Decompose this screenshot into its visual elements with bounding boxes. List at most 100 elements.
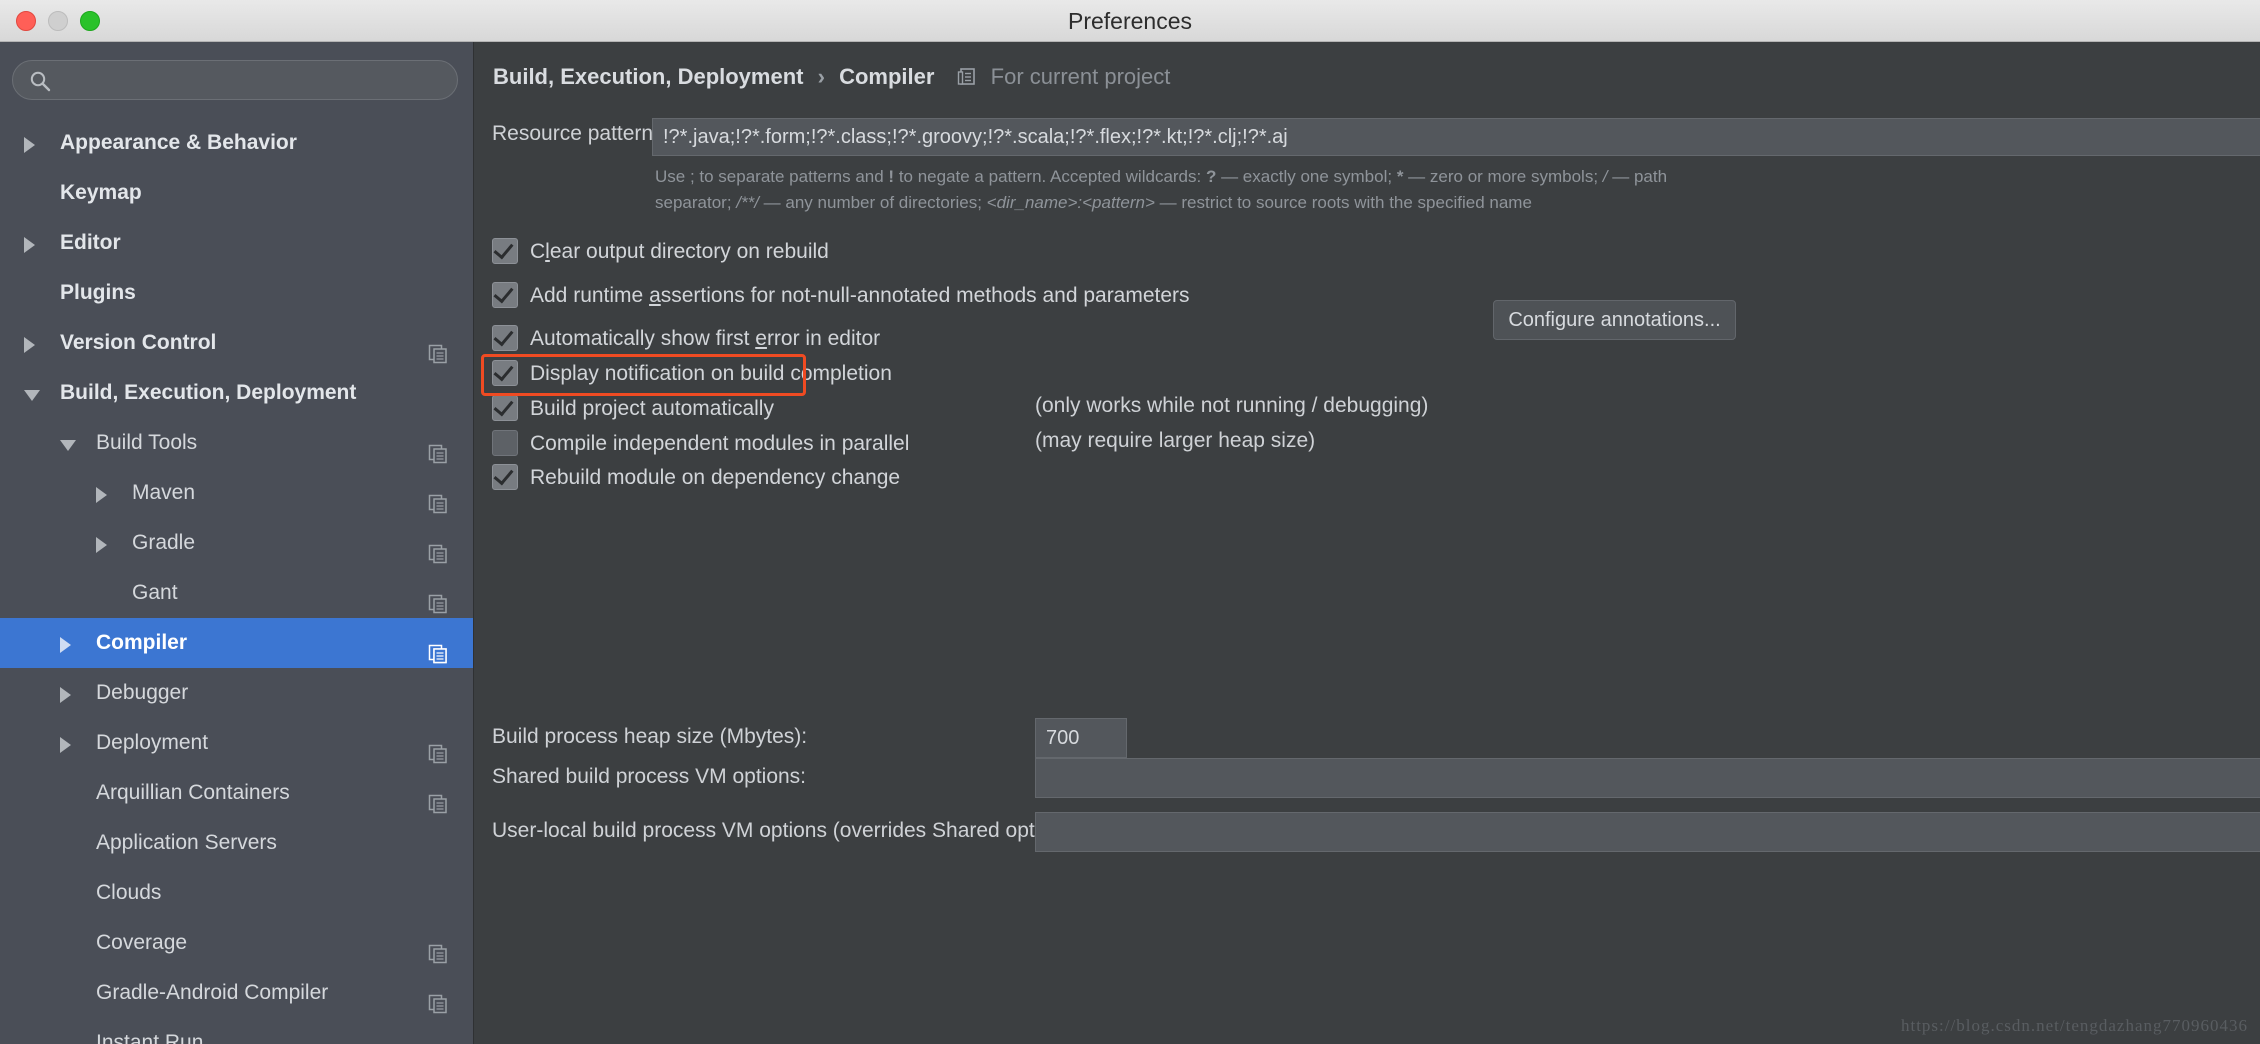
resource-patterns-input[interactable] xyxy=(652,118,2260,156)
copy-settings-icon[interactable] xyxy=(428,583,448,614)
copy-settings-icon[interactable] xyxy=(428,983,448,1014)
sidebar-item-arquillian-containers[interactable]: Arquillian Containers xyxy=(0,768,473,818)
sidebar-item-label: Clouds xyxy=(96,881,162,904)
sidebar-item-coverage[interactable]: Coverage xyxy=(0,918,473,968)
sidebar-item-maven[interactable]: Maven xyxy=(0,468,473,518)
copy-settings-icon[interactable] xyxy=(428,933,448,964)
search-box[interactable] xyxy=(12,60,458,100)
configure-annotations-button[interactable]: Configure annotations... xyxy=(1493,300,1736,340)
checkbox-label-part: rror in editor xyxy=(766,327,881,350)
copy-settings-icon[interactable] xyxy=(428,533,448,564)
resource-patterns-label: Resource patterns: xyxy=(492,122,670,145)
checkbox-label-part: Rebuild module on dependency change xyxy=(530,466,901,489)
sidebar-item-label: Editor xyxy=(60,231,121,254)
search-icon xyxy=(29,70,51,92)
hint-text-7: — any number of directories; xyxy=(758,193,987,212)
copy-settings-icon[interactable] xyxy=(428,783,448,814)
sidebar-item-deployment[interactable]: Deployment xyxy=(0,718,473,768)
preferences-window: Preferences Appearance & Behavior Keymap E… xyxy=(0,0,2260,1044)
sidebar-item-editor[interactable]: Editor xyxy=(0,218,473,268)
sidebar-item-keymap[interactable]: Keymap xyxy=(0,168,473,218)
sidebar-item-gradle[interactable]: Gradle xyxy=(0,518,473,568)
userlocal-vm-options-input[interactable] xyxy=(1035,812,2260,852)
checkbox-label: Compile independent modules in parallel xyxy=(530,428,909,462)
sidebar-item-plugins[interactable]: Plugins xyxy=(0,268,473,318)
checkbox-label-part: C xyxy=(530,240,546,263)
sidebar-item-appearance-behavior[interactable]: Appearance & Behavior xyxy=(0,118,473,168)
sidebar-item-label: Version Control xyxy=(60,331,217,354)
chevron-right-icon[interactable] xyxy=(96,537,107,553)
checkbox-checked-icon[interactable] xyxy=(492,282,518,308)
hint-text-1: Use ; to separate patterns and xyxy=(655,167,889,186)
chevron-right-icon[interactable] xyxy=(60,737,71,753)
hint-text-3: — exactly one symbol; xyxy=(1216,167,1397,186)
checkbox-label: Add runtime assertions for not-null-anno… xyxy=(530,280,1190,314)
shared-vm-options-input[interactable] xyxy=(1035,758,2260,798)
chevron-right-icon[interactable] xyxy=(24,337,35,353)
search-input[interactable] xyxy=(61,61,451,99)
checkbox-label-part: ssertions for not-null-annotated methods… xyxy=(660,284,1190,307)
breadcrumb-separator: › xyxy=(817,64,825,89)
chevron-right-icon[interactable] xyxy=(24,137,35,153)
copy-settings-icon[interactable] xyxy=(428,433,448,464)
chevron-right-icon[interactable] xyxy=(24,237,35,253)
copy-settings-icon[interactable] xyxy=(428,733,448,764)
breadcrumb-leaf: Compiler xyxy=(839,64,935,89)
sidebar-item-label: Gant xyxy=(132,581,178,604)
checkbox-label-part: Display notification on build completion xyxy=(530,362,892,385)
sidebar-item-version-control[interactable]: Version Control xyxy=(0,318,473,368)
chevron-down-icon[interactable] xyxy=(24,390,40,401)
sidebar-item-build-execution-deployment[interactable]: Build, Execution, Deployment xyxy=(0,368,473,418)
sidebar-item-label: Build Tools xyxy=(96,431,198,454)
sidebar-item-label: Maven xyxy=(132,481,196,504)
settings-sidebar: Appearance & Behavior Keymap Editor Plugins… xyxy=(0,42,474,1044)
sidebar-item-clouds[interactable]: Clouds xyxy=(0,868,473,918)
chevron-right-icon[interactable] xyxy=(96,487,107,503)
checkbox-checked-icon[interactable] xyxy=(492,360,518,386)
sidebar-item-build-tools[interactable]: Build Tools xyxy=(0,418,473,468)
hint-double-star: /**/ xyxy=(736,193,759,212)
breadcrumb-root[interactable]: Build, Execution, Deployment xyxy=(493,64,803,89)
chevron-right-icon[interactable] xyxy=(60,687,71,703)
sidebar-item-label: Debugger xyxy=(96,681,189,704)
sidebar-item-label: Arquillian Containers xyxy=(96,781,290,804)
sidebar-item-label: Plugins xyxy=(60,281,136,304)
sidebar-item-compiler[interactable]: Compiler xyxy=(0,618,473,668)
compiler-settings-panel: Build, Execution, Deployment › Compiler … xyxy=(475,42,2260,1044)
copy-settings-icon[interactable] xyxy=(428,333,448,364)
checkbox-label-part: Build project automatically xyxy=(530,397,774,420)
checkbox-label-part: ear output directory on rebuild xyxy=(549,240,829,263)
checkbox-label: Automatically show first error in editor xyxy=(530,323,880,357)
sidebar-item-instant-run[interactable]: Instant Run xyxy=(0,1018,473,1044)
sidebar-item-label: Deployment xyxy=(96,731,209,754)
hint-text-8: — restrict to source roots with the spec… xyxy=(1154,193,1532,212)
sidebar-item-gant[interactable]: Gant xyxy=(0,568,473,618)
sidebar-item-label: Instant Run xyxy=(96,1031,204,1044)
checkbox-label-part: Automatically show first xyxy=(530,327,756,350)
copy-settings-icon[interactable] xyxy=(428,483,448,514)
checkbox-checked-icon[interactable] xyxy=(492,325,518,351)
chevron-right-icon[interactable] xyxy=(60,637,71,653)
checkbox-label-mnemonic: e xyxy=(755,327,767,350)
checkbox-checked-icon[interactable] xyxy=(492,395,518,421)
hint-text-2: to negate a pattern. Accepted wildcards: xyxy=(894,167,1206,186)
sidebar-item-label: Keymap xyxy=(60,181,142,204)
sidebar-item-application-servers[interactable]: Application Servers xyxy=(0,818,473,868)
checkbox-label-part: Compile independent modules in parallel xyxy=(530,432,910,455)
sidebar-item-debugger[interactable]: Debugger xyxy=(0,668,473,718)
checkbox-checked-icon[interactable] xyxy=(492,464,518,490)
checkbox-label: Clear output directory on rebuild xyxy=(530,236,829,270)
shared-vm-options-label: Shared build process VM options: xyxy=(492,765,807,788)
sidebar-item-label: Gradle xyxy=(132,531,196,554)
checkbox-unchecked-icon[interactable] xyxy=(492,430,518,456)
sidebar-item-gradle-android-compiler[interactable]: Gradle-Android Compiler xyxy=(0,968,473,1018)
chevron-down-icon[interactable] xyxy=(60,440,76,451)
sidebar-item-label: Gradle-Android Compiler xyxy=(96,981,329,1004)
settings-tree: Appearance & Behavior Keymap Editor Plugins… xyxy=(0,118,473,1044)
checkbox-checked-icon[interactable] xyxy=(492,238,518,264)
watermark-url: https://blog.csdn.net/tengdazhang7709604… xyxy=(1900,1016,2248,1035)
sidebar-item-label: Coverage xyxy=(96,931,188,954)
heap-size-input[interactable] xyxy=(1035,718,1127,758)
copy-settings-icon[interactable] xyxy=(428,633,448,664)
userlocal-vm-options-label: User-local build process VM options (ove… xyxy=(492,819,1087,842)
